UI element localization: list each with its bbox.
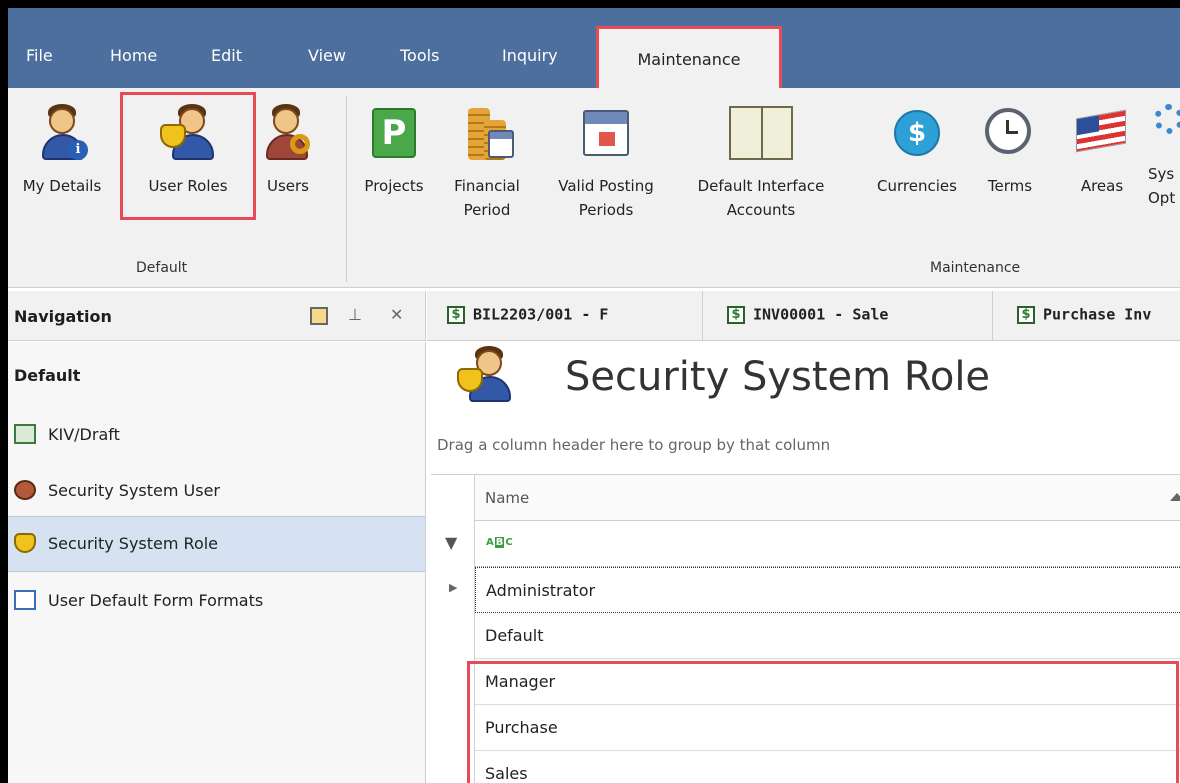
menu-bar: File Home Edit View Tools Inquiry Mainte… [8, 8, 1180, 88]
table-row[interactable]: Administrator [475, 567, 1180, 613]
filter-row[interactable]: ABC [475, 521, 1180, 567]
filter-abc-a: A [486, 537, 494, 548]
user-roles-highlight [120, 92, 256, 220]
group-by-hint[interactable]: Drag a column header here to group by th… [437, 436, 830, 454]
filter-abc-c: C [505, 537, 513, 548]
filter-condition-icon: ABC [485, 537, 514, 548]
tab-bil2203[interactable]: $ BIL2203/001 - F [427, 291, 703, 341]
rows-highlight [467, 661, 1179, 783]
menu-edit[interactable]: Edit [211, 46, 242, 65]
my-details-label: My Details [22, 177, 102, 195]
nav-item-security-system-user-label: Security System User [48, 481, 221, 500]
document-icon: $ [447, 305, 465, 324]
default-interface-accounts-label-1: Default Interface [697, 177, 825, 195]
document-icon: $ [727, 305, 745, 324]
nav-item-security-system-role[interactable]: Security System Role [8, 516, 425, 572]
main-content: Security System Role Drag a column heade… [427, 342, 1180, 783]
flag-icon [1074, 104, 1130, 162]
nav-item-kiv-draft[interactable]: KIV/Draft [8, 408, 425, 464]
cell-name: Default [485, 626, 544, 645]
financial-period-label-1: Financial [454, 177, 520, 195]
pin-icon[interactable]: ⊥ [348, 305, 362, 324]
terms-button[interactable]: Terms [978, 104, 1042, 198]
page-title: Security System Role [565, 354, 991, 400]
tab-purchase-invoice-label: Purchase Inv [1043, 305, 1152, 324]
form-format-icon [14, 590, 36, 610]
default-group-label: Default [136, 260, 188, 276]
coins-calendar-icon [462, 104, 514, 162]
system-options-label-2: Opt [1148, 189, 1176, 207]
users-button[interactable]: Users [258, 104, 318, 198]
nav-item-user-default-form-formats[interactable]: User Default Form Formats [8, 574, 425, 630]
valid-posting-periods-label-2: Periods [578, 201, 634, 219]
menu-tools[interactable]: Tools [400, 46, 439, 65]
navigation-header: Navigation ⊥ ✕ [8, 291, 426, 341]
financial-period-label-2: Period [463, 201, 511, 219]
tab-inv00001-label: INV00001 - Sale [753, 305, 889, 324]
calendar-icon [581, 104, 631, 162]
default-interface-accounts-button[interactable]: Default Interface Accounts [680, 104, 842, 222]
system-options-label-1: Sys [1148, 165, 1175, 183]
alarm-clock-icon [983, 104, 1037, 162]
nav-item-security-system-user[interactable]: Security System User [8, 464, 425, 520]
valid-posting-periods-label-1: Valid Posting [558, 177, 654, 195]
nav-item-kiv-draft-label: KIV/Draft [48, 425, 120, 444]
menu-file[interactable]: File [26, 46, 53, 65]
nav-item-user-default-form-formats-label: User Default Form Formats [48, 591, 264, 610]
menu-home[interactable]: Home [110, 46, 157, 65]
dollar-coin-icon: $ [892, 104, 942, 162]
projects-icon: P [370, 104, 418, 162]
ribbon: i My Details User Roles Users Default P … [8, 88, 1180, 288]
column-header-name-label: Name [485, 489, 530, 507]
roles-grid: ▼ ▶ Name ABC Administrator Default Manag… [431, 474, 1180, 783]
currencies-button[interactable]: $ Currencies [862, 104, 972, 198]
projects-label: Projects [364, 177, 424, 195]
default-interface-accounts-label-2: Accounts [726, 201, 796, 219]
system-options-button[interactable]: Sys Opt [1148, 104, 1180, 210]
gear-icon [1148, 104, 1180, 162]
tab-inv00001[interactable]: $ INV00001 - Sale [703, 291, 993, 341]
app-window: File Home Edit View Tools Inquiry Mainte… [0, 0, 1180, 783]
kiv-draft-icon [14, 424, 36, 444]
user-key-icon [260, 104, 316, 162]
table-row[interactable]: Default [475, 613, 1180, 659]
document-icon: $ [1017, 305, 1035, 324]
projects-button[interactable]: P Projects [354, 104, 434, 198]
security-role-icon [14, 533, 36, 553]
document-tabs: $ BIL2203/001 - F $ INV00001 - Sale $ Purch… [427, 291, 1180, 341]
security-role-large-icon [457, 346, 517, 406]
ribbon-separator [346, 96, 347, 282]
users-label: Users [266, 177, 309, 195]
filter-abc-b: B [494, 537, 505, 548]
menu-maintenance[interactable]: Maintenance [596, 26, 782, 88]
security-user-icon [14, 480, 36, 500]
menu-maintenance-label: Maintenance [637, 50, 741, 69]
terms-label: Terms [987, 177, 1033, 195]
financial-period-button[interactable]: Financial Period [442, 104, 532, 222]
tab-bil2203-label: BIL2203/001 - F [473, 305, 609, 324]
navigation-layout-icon[interactable] [310, 307, 328, 325]
filter-icon[interactable]: ▼ [445, 533, 457, 552]
navigation-title: Navigation [14, 307, 112, 326]
menu-view[interactable]: View [308, 46, 346, 65]
menu-inquiry[interactable]: Inquiry [502, 46, 558, 65]
cell-name: Administrator [486, 581, 596, 600]
user-info-icon: i [34, 104, 90, 162]
row-focus-arrow-icon: ▶ [449, 581, 458, 594]
navigation-panel: Default KIV/Draft Security System User S… [8, 342, 426, 783]
ledger-book-icon [727, 104, 795, 162]
currencies-label: Currencies [877, 177, 957, 195]
close-icon[interactable]: ✕ [390, 305, 403, 324]
navigation-group-default: Default [14, 366, 81, 385]
nav-item-security-system-role-label: Security System Role [48, 534, 219, 553]
areas-button[interactable]: Areas [1070, 104, 1134, 198]
sort-ascending-icon [1170, 493, 1180, 501]
column-header-name[interactable]: Name [475, 475, 1180, 521]
my-details-button[interactable]: i My Details [10, 104, 114, 198]
tab-purchase-invoice[interactable]: $ Purchase Inv [993, 291, 1180, 341]
maintenance-group-label: Maintenance [930, 260, 1021, 276]
areas-label: Areas [1080, 177, 1124, 195]
valid-posting-periods-button[interactable]: Valid Posting Periods [546, 104, 666, 222]
